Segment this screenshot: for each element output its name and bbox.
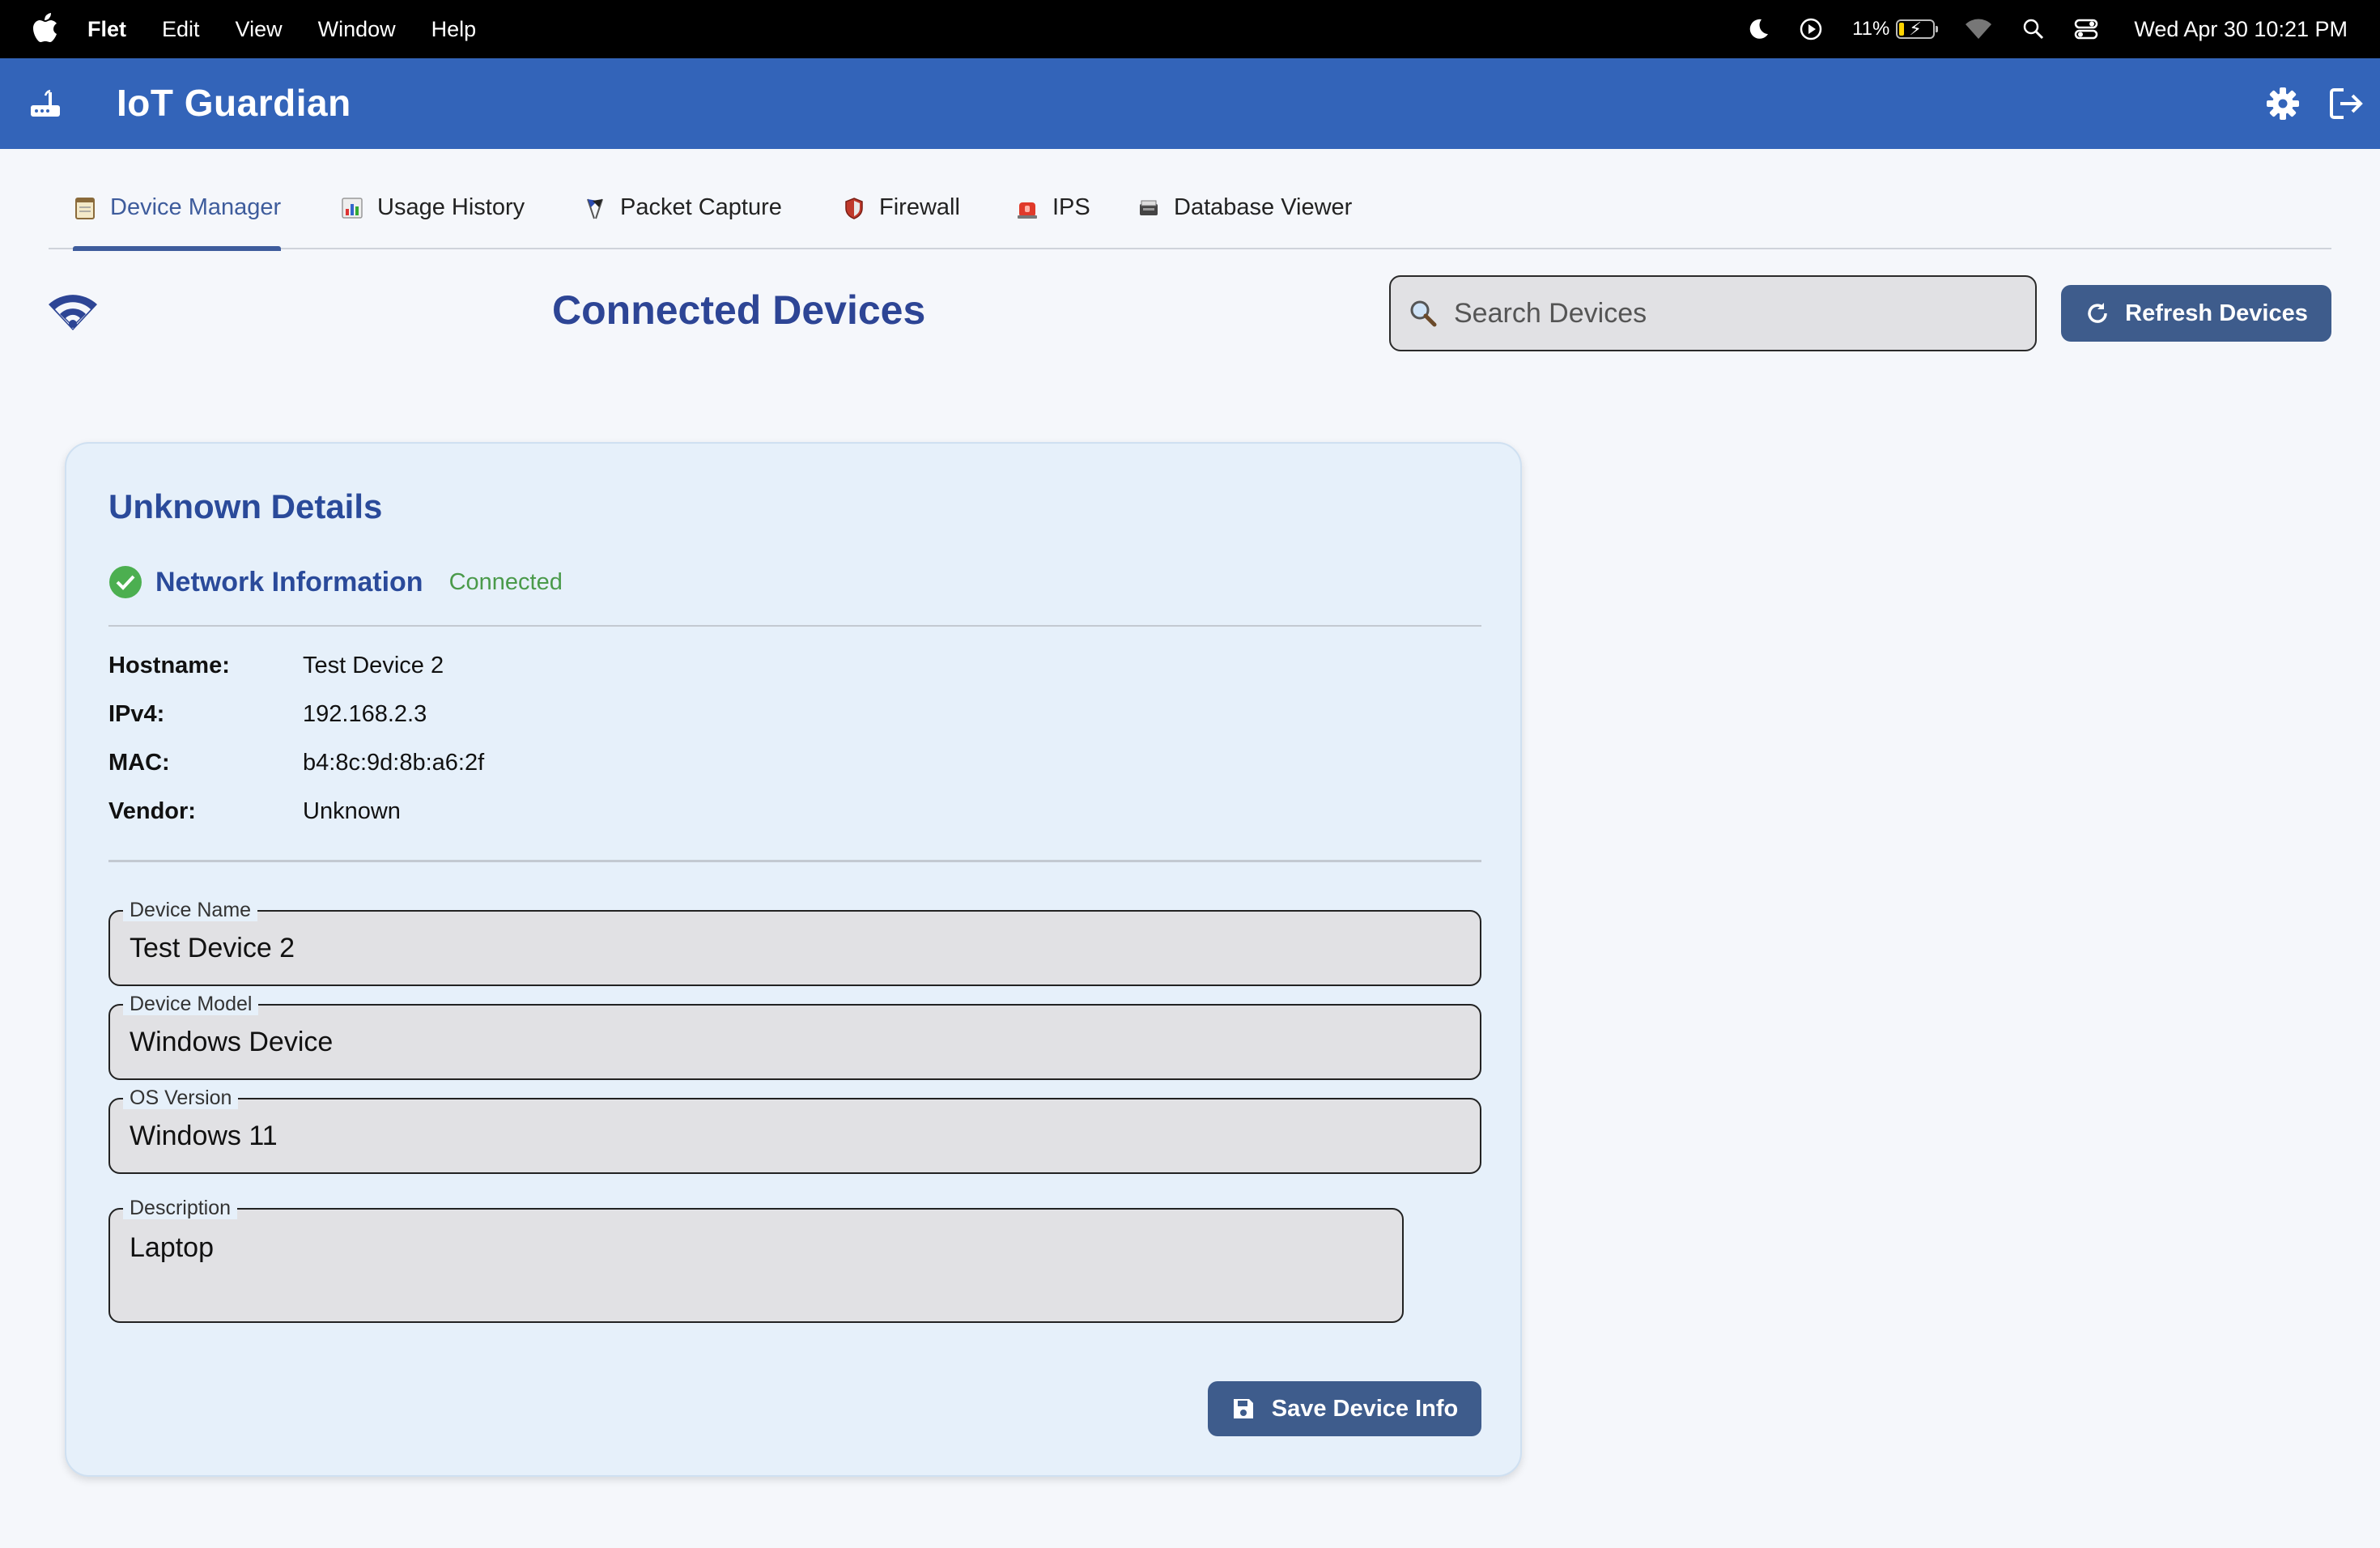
save-device-info-button[interactable]: Save Device Info bbox=[1208, 1381, 1481, 1436]
field-value: Laptop bbox=[130, 1232, 214, 1263]
battery-percent: 11% bbox=[1852, 18, 1890, 40]
divider bbox=[108, 625, 1481, 627]
refresh-icon bbox=[2088, 303, 2107, 323]
info-value: b4:8c:9d:8b:a6:2f bbox=[303, 750, 485, 776]
description-field[interactable]: Description Laptop bbox=[108, 1197, 1404, 1323]
tab-label: Packet Capture bbox=[620, 194, 782, 220]
check-circle-icon bbox=[109, 566, 142, 598]
connection-status: Connected bbox=[448, 568, 563, 595]
info-key: IPv4: bbox=[108, 701, 165, 727]
card-box-icon bbox=[1140, 200, 1158, 215]
field-label: Device Name bbox=[123, 899, 258, 921]
menu-app-name[interactable]: Flet bbox=[87, 17, 126, 42]
router-icon bbox=[31, 89, 60, 117]
spotlight-search-icon[interactable] bbox=[2022, 18, 2045, 40]
field-label: OS Version bbox=[123, 1087, 239, 1109]
tab-label: Database Viewer bbox=[1174, 194, 1353, 220]
device-details-card: Unknown Details Network Information Conn… bbox=[65, 442, 1522, 1477]
tab-usage-history[interactable]: Usage History bbox=[340, 194, 525, 249]
apple-logo-icon[interactable] bbox=[32, 13, 58, 44]
app-header: IoT Guardian bbox=[0, 58, 2380, 149]
notepad-icon bbox=[75, 198, 95, 219]
menu-help[interactable]: Help bbox=[431, 17, 477, 42]
info-key: Vendor: bbox=[108, 798, 196, 824]
network-info-title: Network Information bbox=[155, 566, 423, 598]
app-title: IoT Guardian bbox=[117, 82, 351, 124]
flags-icon bbox=[587, 198, 603, 219]
tab-packet-capture[interactable]: Packet Capture bbox=[583, 194, 782, 249]
tab-label: Firewall bbox=[879, 194, 960, 220]
play-circle-icon[interactable] bbox=[1799, 17, 1823, 41]
menu-edit[interactable]: Edit bbox=[162, 17, 200, 42]
alarm-icon bbox=[1018, 202, 1037, 219]
tab-firewall[interactable]: Firewall bbox=[842, 194, 960, 249]
menu-window[interactable]: Window bbox=[318, 17, 396, 42]
field-label: Description bbox=[123, 1197, 238, 1219]
card-title: Unknown Details bbox=[108, 487, 383, 525]
wifi-icon bbox=[49, 295, 97, 330]
refresh-label: Refresh Devices bbox=[2125, 300, 2308, 326]
save-label: Save Device Info bbox=[1271, 1395, 1459, 1422]
menubar-clock[interactable]: Wed Apr 30 10:21 PM bbox=[2134, 17, 2348, 42]
bar-chart-icon bbox=[342, 198, 363, 219]
shield-icon bbox=[845, 198, 863, 219]
macos-menu-bar: Flet Edit View Window Help 11% ⚡ Wed Apr… bbox=[0, 0, 2380, 58]
refresh-devices-button[interactable]: Refresh Devices bbox=[2061, 285, 2331, 342]
logout-button[interactable] bbox=[2325, 83, 2367, 125]
menu-view[interactable]: View bbox=[236, 17, 283, 42]
tab-label: Usage History bbox=[377, 194, 525, 220]
tab-label: IPS bbox=[1052, 194, 1090, 220]
page-title: Connected Devices bbox=[552, 287, 926, 333]
search-input[interactable] bbox=[1452, 296, 2003, 330]
info-key: Hostname: bbox=[108, 653, 230, 678]
control-center-icon[interactable] bbox=[2074, 18, 2098, 40]
moon-icon[interactable] bbox=[1745, 17, 1770, 41]
field-label: Device Model bbox=[123, 993, 259, 1015]
field-value: Windows Device bbox=[130, 1027, 334, 1057]
info-value: Unknown bbox=[303, 798, 401, 824]
tab-device-manager[interactable]: Device Manager bbox=[73, 194, 282, 251]
tab-bar: Device Manager Usage History Packet Capt… bbox=[49, 149, 2331, 251]
floppy-disk-icon bbox=[1233, 1399, 1253, 1418]
search-icon bbox=[1410, 300, 1437, 327]
field-value: Test Device 2 bbox=[130, 933, 295, 963]
tab-database-viewer[interactable]: Database Viewer bbox=[1137, 194, 1352, 249]
logout-icon bbox=[2330, 88, 2363, 119]
settings-button[interactable] bbox=[2263, 84, 2302, 123]
info-value: 192.168.2.3 bbox=[303, 701, 427, 727]
wifi-status-icon[interactable] bbox=[1964, 18, 1993, 40]
info-key: MAC: bbox=[108, 750, 170, 776]
tab-label: Device Manager bbox=[110, 194, 282, 220]
network-info-header: Network Information Connected bbox=[108, 563, 563, 601]
os-version-field[interactable]: OS Version Windows 11 bbox=[108, 1087, 1481, 1174]
divider bbox=[108, 860, 1481, 862]
gear-icon bbox=[2267, 87, 2299, 120]
field-value: Windows 11 bbox=[130, 1121, 278, 1151]
tab-ips[interactable]: IPS bbox=[1015, 194, 1090, 249]
battery-icon[interactable]: ⚡ bbox=[1896, 19, 1939, 39]
search-box[interactable] bbox=[1389, 275, 2037, 351]
device-name-field[interactable]: Device Name Test Device 2 bbox=[108, 899, 1481, 986]
info-value: Test Device 2 bbox=[303, 653, 444, 678]
device-model-field[interactable]: Device Model Windows Device bbox=[108, 993, 1481, 1080]
